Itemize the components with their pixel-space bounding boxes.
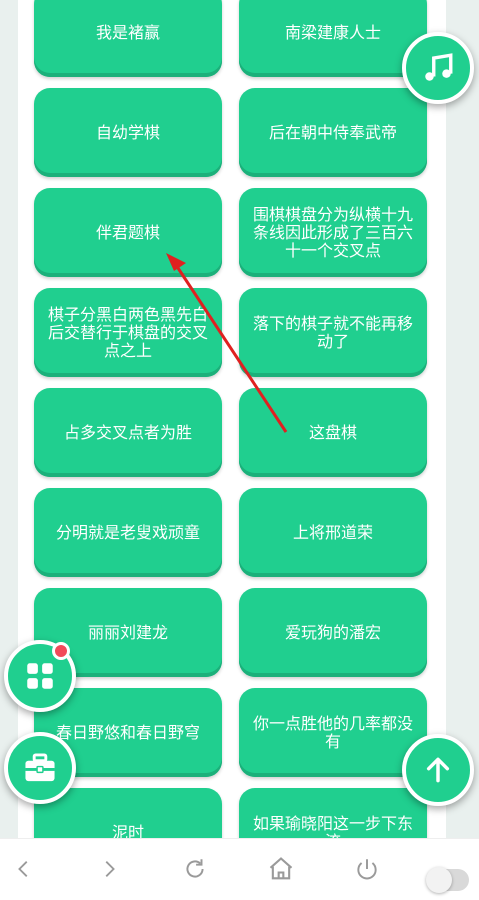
music-note-icon bbox=[425, 53, 453, 81]
card-label: 我是褚赢 bbox=[95, 22, 160, 42]
card-label: 你一点胜他的几率都没有 bbox=[253, 713, 414, 751]
bottom-navigation-bar bbox=[0, 838, 479, 900]
card-label: 后在朝中侍奉武帝 bbox=[268, 122, 397, 142]
notification-badge bbox=[52, 642, 70, 660]
card-18[interactable]: 如果瑜晓阳这一步下东流 bbox=[239, 788, 427, 838]
card-16[interactable]: 你一点胜他的几率都没有 bbox=[239, 688, 427, 777]
forward-button[interactable] bbox=[91, 851, 127, 887]
card-3[interactable]: 自幼学棋 bbox=[34, 88, 222, 177]
card-8[interactable]: 落下的棋子就不能再移动了 bbox=[239, 288, 427, 377]
card-9[interactable]: 占多交叉点者为胜 bbox=[34, 388, 222, 477]
card-10[interactable]: 这盘棋 bbox=[239, 388, 427, 477]
card-2[interactable]: 南梁建康人士 bbox=[239, 0, 427, 77]
card-label: 棋子分黑白两色黑先白后交替行于棋盘的交叉点之上 bbox=[48, 304, 209, 360]
toolbox-icon bbox=[25, 753, 55, 782]
card-7[interactable]: 棋子分黑白两色黑先白后交替行于棋盘的交叉点之上 bbox=[34, 288, 222, 377]
arrow-up-icon bbox=[426, 757, 450, 783]
content-area[interactable]: 我是褚赢 南梁建康人士 自幼学棋 后在朝中侍奉武帝 伴君题棋 围棋棋盘分为纵横十… bbox=[0, 0, 479, 838]
toolbox-button[interactable] bbox=[4, 732, 76, 804]
card-grid: 我是褚赢 南梁建康人士 自幼学棋 后在朝中侍奉武帝 伴君题棋 围棋棋盘分为纵横十… bbox=[34, 0, 431, 838]
home-button[interactable] bbox=[263, 851, 299, 887]
grid-icon bbox=[27, 663, 53, 689]
power-icon bbox=[357, 859, 377, 880]
card-4[interactable]: 后在朝中侍奉武帝 bbox=[239, 88, 427, 177]
card-label: 南梁建康人士 bbox=[284, 22, 381, 42]
chevron-left-icon bbox=[18, 861, 28, 877]
music-button[interactable] bbox=[402, 32, 474, 104]
card-label: 泥时 bbox=[111, 822, 144, 838]
card-label: 春日野悠和春日野穹 bbox=[55, 722, 200, 742]
card-label: 落下的棋子就不能再移动了 bbox=[253, 313, 414, 351]
card-label: 丽丽刘建龙 bbox=[87, 622, 168, 642]
card-label: 上将邢道荣 bbox=[292, 522, 373, 542]
card-label: 自幼学棋 bbox=[95, 122, 160, 142]
card-12[interactable]: 上将邢道荣 bbox=[239, 488, 427, 577]
card-11[interactable]: 分明就是老叟戏顽童 bbox=[34, 488, 222, 577]
card-label: 围棋棋盘分为纵横十九条线因此形成了三百六十一个交叉点 bbox=[253, 204, 414, 260]
reload-button[interactable] bbox=[177, 851, 213, 887]
card-14[interactable]: 爱玩狗的潘宏 bbox=[239, 588, 427, 677]
card-label: 占多交叉点者为胜 bbox=[63, 422, 192, 442]
scroll-top-button[interactable] bbox=[402, 734, 474, 806]
chevron-right-icon bbox=[105, 861, 115, 877]
card-label: 伴君题棋 bbox=[95, 222, 160, 242]
back-button[interactable] bbox=[6, 851, 42, 887]
card-label: 如果瑜晓阳这一步下东流 bbox=[253, 813, 414, 838]
card-5[interactable]: 伴君题棋 bbox=[34, 188, 222, 277]
card-1[interactable]: 我是褚赢 bbox=[34, 0, 222, 77]
card-6[interactable]: 围棋棋盘分为纵横十九条线因此形成了三百六十一个交叉点 bbox=[239, 188, 427, 277]
power-button[interactable] bbox=[349, 851, 385, 887]
card-label: 分明就是老叟戏顽童 bbox=[55, 522, 200, 542]
home-icon bbox=[269, 857, 293, 880]
reload-icon bbox=[186, 859, 204, 878]
apps-button[interactable] bbox=[4, 640, 76, 712]
toggle-knob bbox=[426, 867, 452, 893]
toggle-switch[interactable] bbox=[426, 867, 469, 893]
card-label: 这盘棋 bbox=[308, 422, 357, 442]
card-label: 爱玩狗的潘宏 bbox=[284, 622, 381, 642]
